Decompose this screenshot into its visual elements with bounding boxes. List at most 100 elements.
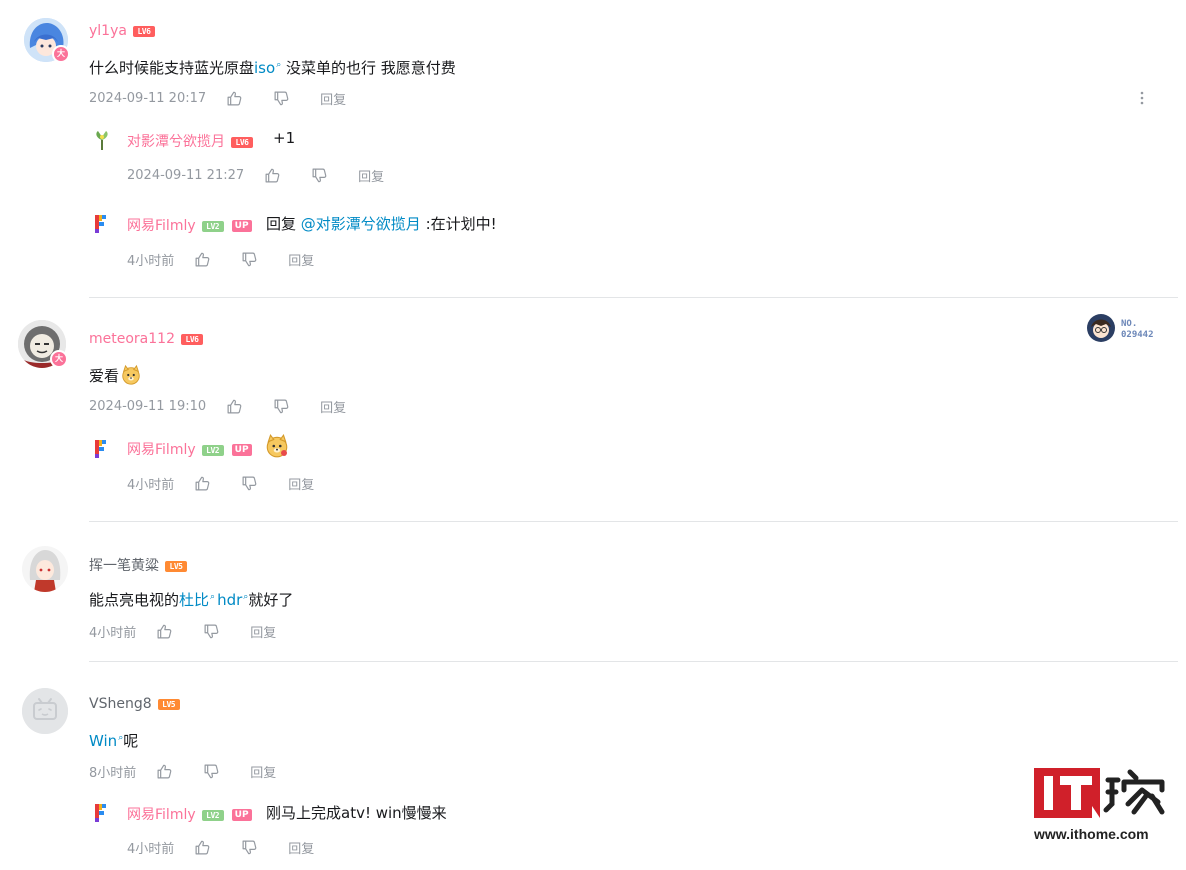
- comment-meta: 8小时前 回复: [89, 762, 276, 781]
- up-badge: UP: [231, 220, 252, 232]
- like-icon[interactable]: [226, 398, 243, 415]
- reply-time: 2024-09-11 21:27: [127, 168, 245, 183]
- reply-text: 回复 @对影潭兮欲揽月 :在计划中!: [266, 213, 497, 234]
- level-badge: LV2: [201, 444, 224, 456]
- dislike-icon[interactable]: [241, 839, 258, 856]
- like-icon[interactable]: [264, 167, 281, 184]
- filmly-logo-icon[interactable]: [90, 801, 114, 825]
- fan-badge[interactable]: NO. 029442: [1086, 313, 1176, 345]
- comment-text: 爱看: [89, 364, 142, 386]
- like-icon[interactable]: [194, 251, 211, 268]
- comment-text-part: 爱看: [89, 367, 120, 385]
- comment-text: Win⌕呢: [89, 730, 138, 751]
- up-badge: UP: [231, 444, 252, 456]
- comment-username[interactable]: yl1ya LV6: [89, 23, 155, 39]
- dislike-icon[interactable]: [241, 475, 258, 492]
- avatar[interactable]: [22, 546, 68, 592]
- ithome-watermark: www.ithome.com: [1034, 766, 1174, 846]
- comment-text: 能点亮电视的杜比⌕ hdr⌕就好了: [89, 589, 293, 610]
- comment-text-part: 没菜单的也行 我愿意付费: [281, 59, 456, 77]
- reply-time: 4小时前: [127, 842, 175, 857]
- divider: [89, 521, 1178, 522]
- level-badge: LV6: [132, 25, 155, 37]
- comment-text-part: 什么时候能支持蓝光原盘: [89, 59, 255, 77]
- like-icon[interactable]: [194, 475, 211, 492]
- reply-button[interactable]: 回复: [320, 89, 346, 108]
- dislike-icon[interactable]: [203, 763, 220, 780]
- username-link[interactable]: 网易Filmly: [127, 442, 196, 458]
- search-link[interactable]: iso: [254, 59, 275, 77]
- username-link[interactable]: meteora112: [89, 331, 175, 347]
- comment-meta: 4小时前 回复: [89, 622, 276, 641]
- vip-badge: 大: [52, 45, 70, 63]
- like-icon[interactable]: [156, 763, 173, 780]
- reply-meta: 4小时前 回复: [127, 838, 314, 857]
- default-tv-avatar-icon: [22, 688, 68, 734]
- vip-badge: 大: [50, 350, 68, 368]
- reply-username[interactable]: 网易Filmly LV2 UP: [127, 804, 252, 824]
- reply-username[interactable]: 对影潭兮欲揽月 LV6: [127, 131, 253, 151]
- level-badge: LV2: [201, 809, 224, 821]
- up-badge: UP: [231, 809, 252, 821]
- username-link[interactable]: 网易Filmly: [127, 218, 196, 234]
- level-badge: LV5: [165, 560, 187, 572]
- reply-button[interactable]: 回复: [250, 622, 276, 641]
- filmly-logo-icon[interactable]: [90, 212, 114, 236]
- avatar[interactable]: [90, 128, 114, 152]
- dislike-icon[interactable]: [241, 251, 258, 268]
- dislike-icon[interactable]: [273, 90, 290, 107]
- reply-meta: 4小时前 回复: [127, 474, 314, 493]
- level-badge: LV2: [201, 220, 224, 232]
- reply-button[interactable]: 回复: [250, 762, 276, 781]
- reply-username[interactable]: 网易Filmly LV2 UP: [127, 439, 252, 459]
- watermark-url: www.ithome.com: [1034, 826, 1149, 842]
- cat-emoji-icon: [264, 433, 290, 459]
- reply-username[interactable]: 网易Filmly LV2 UP: [127, 215, 252, 235]
- comment-username[interactable]: VSheng8 LV5: [89, 696, 180, 712]
- reply-button[interactable]: 回复: [358, 166, 384, 185]
- reply-text: 刚马上完成atv! win慢慢来: [266, 804, 447, 822]
- like-icon[interactable]: [226, 90, 243, 107]
- like-icon[interactable]: [194, 839, 211, 856]
- username-link[interactable]: yl1ya: [89, 23, 127, 39]
- fan-badge-label: NO.: [1121, 319, 1138, 329]
- reply-button[interactable]: 回复: [320, 397, 346, 416]
- filmly-logo-icon[interactable]: [90, 437, 114, 461]
- reply-text: +1: [273, 129, 296, 147]
- dislike-icon[interactable]: [311, 167, 328, 184]
- username-link[interactable]: 挥一笔黄粱: [89, 558, 159, 574]
- comment-text-part: 呢: [123, 732, 139, 750]
- level-badge: LV6: [180, 333, 203, 345]
- reply-meta: 4小时前 回复: [127, 250, 314, 269]
- username-link[interactable]: 网易Filmly: [127, 807, 196, 823]
- fan-badge-number: 029442: [1121, 330, 1154, 340]
- reply-text-part: :在计划中!: [420, 215, 497, 233]
- comment-username[interactable]: 挥一笔黄粱 LV5: [89, 555, 187, 575]
- divider: [89, 297, 1178, 298]
- reply-time: 4小时前: [127, 254, 175, 269]
- dislike-icon[interactable]: [203, 623, 220, 640]
- comment-text-part: 能点亮电视的: [89, 591, 180, 609]
- dislike-icon[interactable]: [273, 398, 290, 415]
- reply-button[interactable]: 回复: [288, 838, 314, 857]
- comment-username[interactable]: meteora112 LV6: [89, 331, 203, 347]
- mention-link[interactable]: @对影潭兮欲揽月: [301, 215, 421, 233]
- plant-avatar-icon: [96, 131, 108, 150]
- username-link[interactable]: VSheng8: [89, 696, 152, 712]
- reply-button[interactable]: 回复: [288, 250, 314, 269]
- username-link[interactable]: 对影潭兮欲揽月: [127, 134, 225, 150]
- comment-meta: 2024-09-11 20:17 回复: [89, 89, 346, 108]
- avatar[interactable]: [22, 688, 68, 734]
- like-icon[interactable]: [156, 623, 173, 640]
- comment-time: 8小时前: [89, 766, 137, 781]
- search-link[interactable]: 杜比: [179, 591, 209, 609]
- doge-emoji-icon: [120, 364, 142, 386]
- more-vertical-icon[interactable]: [1138, 90, 1146, 106]
- ithome-logo-icon: [1034, 768, 1165, 818]
- search-link[interactable]: Win: [89, 732, 117, 750]
- reply-button[interactable]: 回复: [288, 474, 314, 493]
- reply-time: 4小时前: [127, 478, 175, 493]
- level-badge: LV5: [157, 698, 180, 710]
- divider: [89, 661, 1178, 662]
- search-link[interactable]: hdr: [217, 591, 242, 609]
